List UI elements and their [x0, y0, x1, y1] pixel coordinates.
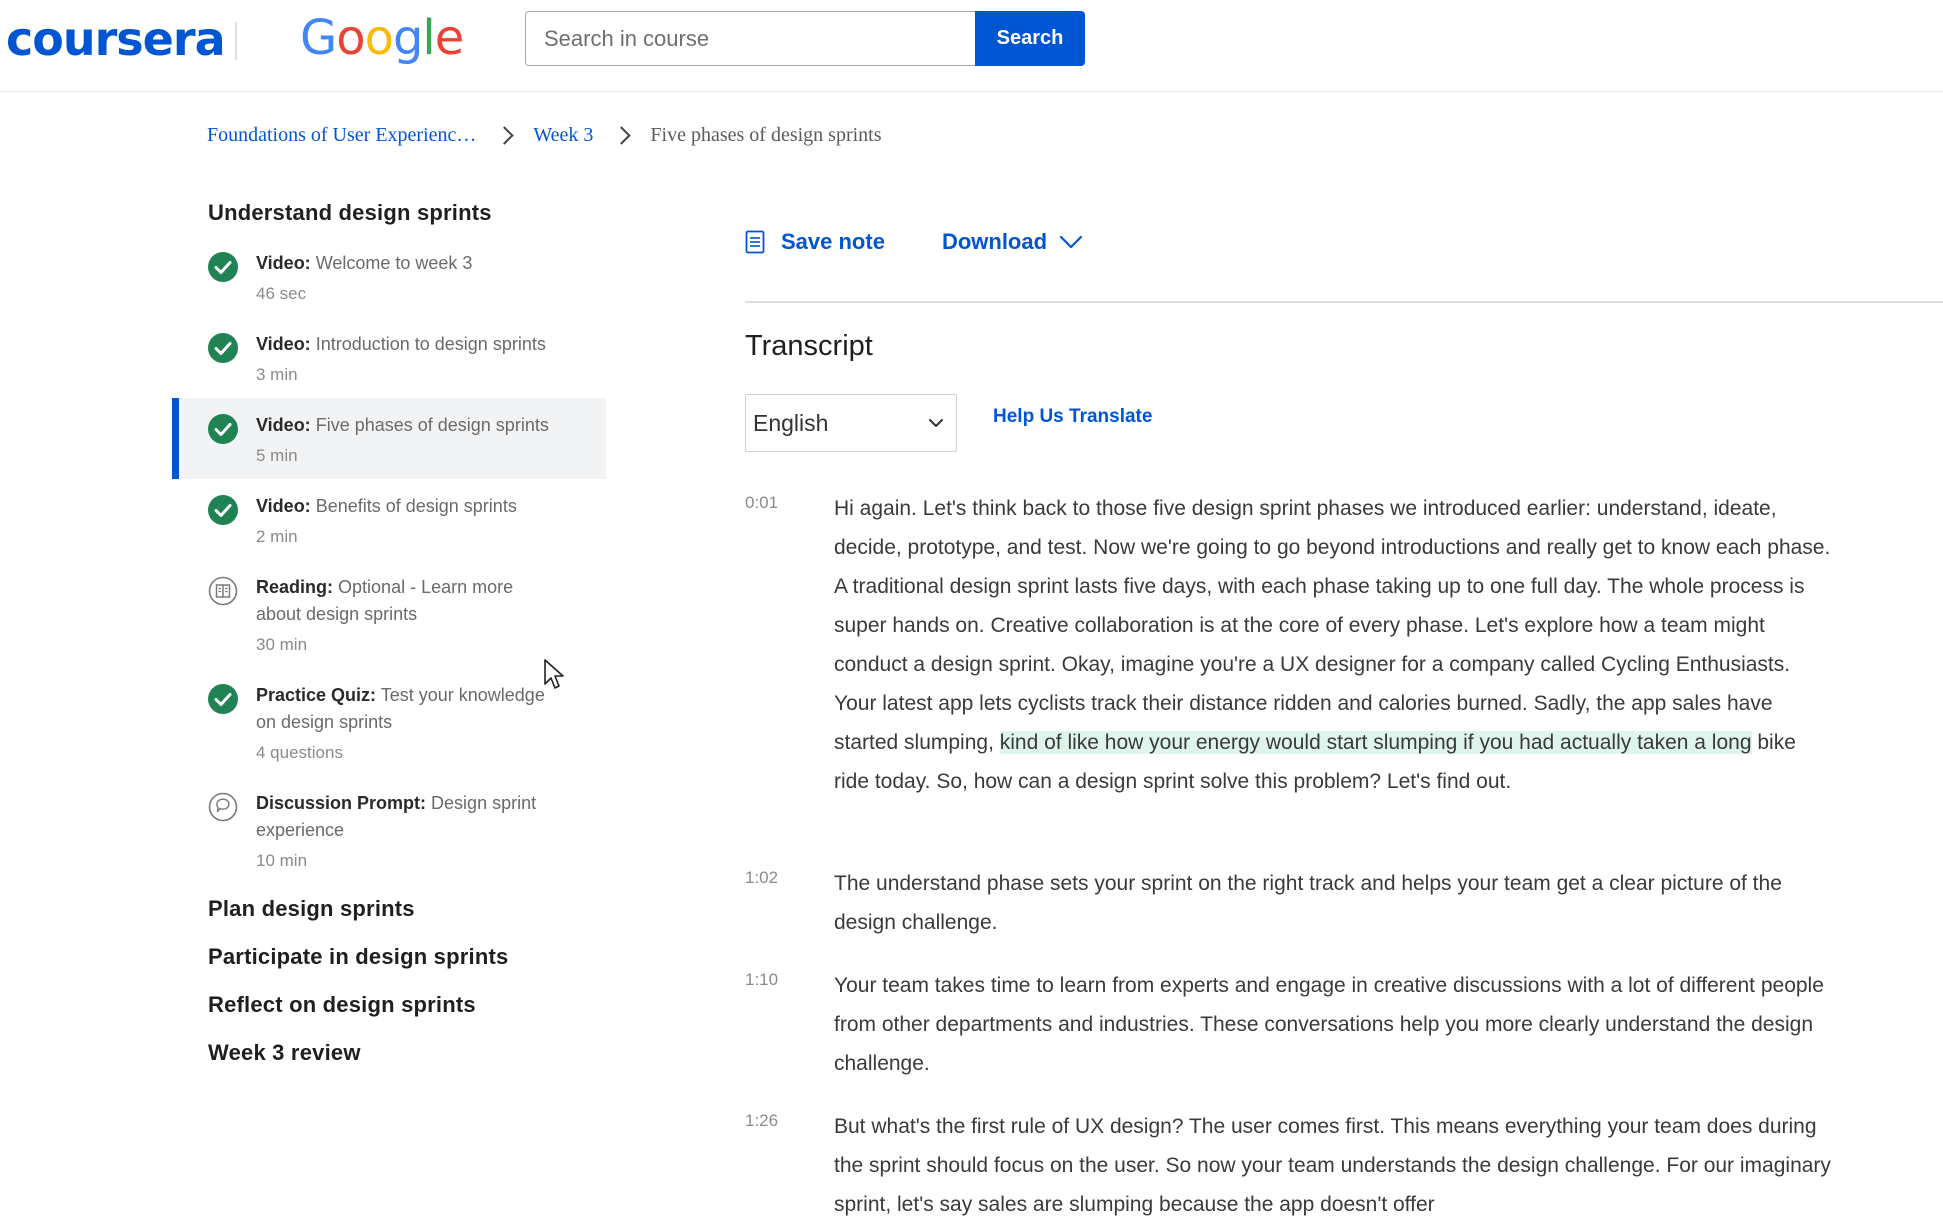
lesson-type: Video:	[256, 334, 311, 354]
help-translate-link[interactable]: Help Us Translate	[993, 406, 1152, 428]
lesson-name-line2: on design sprints	[256, 712, 393, 732]
book-icon	[208, 576, 238, 606]
breadcrumb-course-link[interactable]: Foundations of User Experienc…	[207, 124, 476, 147]
coursera-logo[interactable]: coursera	[6, 12, 226, 66]
lesson-item[interactable]: Video: Benefits of design sprints 2 min	[172, 493, 606, 550]
lesson-item[interactable]: Discussion Prompt: Design sprint experien…	[172, 790, 606, 874]
transcript-text: Hi again. Let's think back to those five…	[834, 489, 1834, 801]
lesson-duration: 4 questions	[256, 743, 343, 762]
lesson-type: Video:	[256, 496, 311, 516]
lesson-title: Video: Five phases of design sprints	[256, 412, 606, 439]
lesson-duration: 46 sec	[256, 284, 307, 303]
check-circle-icon	[208, 414, 238, 444]
toolbar-divider	[745, 301, 1943, 303]
breadcrumb: Foundations of User Experienc… Week 3 Fi…	[207, 120, 882, 150]
lesson-duration: 2 min	[256, 527, 298, 546]
module-title-week-review[interactable]: Week 3 review	[208, 1040, 361, 1066]
transcript-text: Your team takes time to learn from exper…	[834, 974, 1824, 1075]
lesson-name-line2: experience	[256, 820, 345, 840]
google-logo-letter: o	[364, 10, 394, 66]
lesson-name: Welcome to week 3	[315, 253, 473, 273]
lesson-name: Optional - Learn more	[338, 577, 514, 597]
lesson-item[interactable]: Practice Quiz: Test your knowledge on des…	[172, 682, 606, 766]
check-circle-icon	[208, 495, 238, 525]
google-logo-letter: G	[300, 10, 337, 66]
transcript-timestamp[interactable]: 1:02	[745, 868, 825, 888]
chevron-down-icon	[1059, 235, 1083, 249]
lesson-type: Video:	[256, 415, 311, 435]
note-icon	[745, 230, 765, 254]
lesson-title: Practice Quiz: Test your knowledge on des…	[256, 682, 606, 736]
module-title-plan[interactable]: Plan design sprints	[208, 896, 415, 922]
notes-toolbar: Save note Download	[745, 222, 1083, 262]
transcript-text-segment: Hi again. Let's think back to those five…	[834, 497, 1831, 754]
lesson-title: Video: Introduction to design sprints	[256, 331, 606, 358]
transcript-timestamp[interactable]: 1:26	[745, 1111, 825, 1131]
chat-bubble-icon	[208, 792, 238, 822]
search-button[interactable]: Search	[975, 11, 1085, 66]
transcript-title: Transcript	[745, 330, 873, 362]
lesson-item-active[interactable]: Video: Five phases of design sprints 5 m…	[172, 398, 606, 479]
module-title-reflect[interactable]: Reflect on design sprints	[208, 992, 476, 1018]
language-selected: English	[753, 409, 829, 436]
transcript-timestamp[interactable]: 1:10	[745, 970, 825, 990]
lesson-type: Practice Quiz:	[256, 685, 377, 705]
lesson-title: Discussion Prompt: Design sprint experien…	[256, 790, 606, 844]
module-title-understand[interactable]: Understand design sprints	[208, 200, 492, 226]
breadcrumb-chevron-icon	[612, 125, 632, 145]
google-logo-letter: o	[336, 10, 365, 66]
lesson-name: Introduction to design sprints	[315, 334, 546, 354]
transcript-timestamp[interactable]: 0:01	[745, 493, 825, 513]
lesson-item[interactable]: Video: Introduction to design sprints 3 …	[172, 331, 606, 388]
lesson-title: Video: Benefits of design sprints	[256, 493, 606, 520]
lesson-name: Test your knowledge	[380, 685, 545, 705]
module-title-participate[interactable]: Participate in design sprints	[208, 944, 508, 970]
check-circle-icon	[208, 684, 238, 714]
logo-divider	[235, 22, 237, 60]
lesson-item[interactable]: Video: Welcome to week 3 46 sec	[172, 250, 606, 307]
language-select[interactable]: English	[745, 394, 957, 452]
lesson-type: Discussion Prompt:	[256, 793, 427, 813]
lesson-name-line2: about design sprints	[256, 604, 418, 624]
lesson-duration: 30 min	[256, 635, 308, 654]
lesson-name: Five phases of design sprints	[315, 415, 549, 435]
course-sidebar: Understand design sprints Video: Welcome…	[0, 190, 610, 1090]
transcript-text: The understand phase sets your sprint on…	[834, 872, 1782, 934]
google-logo-letter: e	[434, 10, 465, 66]
lesson-name: Design sprint	[431, 793, 537, 813]
top-header: coursera Google Search	[0, 0, 1943, 92]
mouse-cursor-icon	[544, 659, 564, 689]
breadcrumb-chevron-icon	[495, 125, 515, 145]
lesson-duration: 3 min	[256, 365, 298, 384]
download-dropdown[interactable]: Download	[942, 229, 1083, 255]
transcript-highlight: kind of like how your energy would start…	[999, 731, 1752, 754]
lesson-title: Video: Welcome to week 3	[256, 250, 606, 277]
check-circle-icon	[208, 252, 238, 282]
lesson-item[interactable]: Reading: Optional - Learn more about desi…	[172, 574, 606, 658]
lesson-name: Benefits of design sprints	[315, 496, 517, 516]
breadcrumb-current: Five phases of design sprints	[650, 123, 882, 146]
breadcrumb-week-link[interactable]: Week 3	[533, 124, 593, 147]
download-label: Download	[941, 229, 1048, 254]
lesson-duration: 5 min	[256, 446, 298, 465]
course-search-input[interactable]	[525, 11, 976, 66]
google-partner-logo[interactable]: Google	[300, 10, 465, 66]
check-circle-icon	[208, 333, 238, 363]
chevron-down-icon	[929, 419, 943, 427]
save-note-label: Save note	[781, 229, 885, 254]
lesson-title: Reading: Optional - Learn more about desi…	[256, 574, 606, 628]
google-logo-letter: l	[422, 10, 435, 66]
google-logo-letter: g	[392, 10, 423, 66]
transcript-text: But what's the first rule of UX design? …	[834, 1115, 1831, 1216]
save-note-button[interactable]: Save note	[745, 229, 885, 255]
lesson-type: Reading:	[256, 577, 334, 597]
lesson-type: Video:	[256, 253, 311, 273]
lesson-duration: 10 min	[256, 851, 308, 870]
